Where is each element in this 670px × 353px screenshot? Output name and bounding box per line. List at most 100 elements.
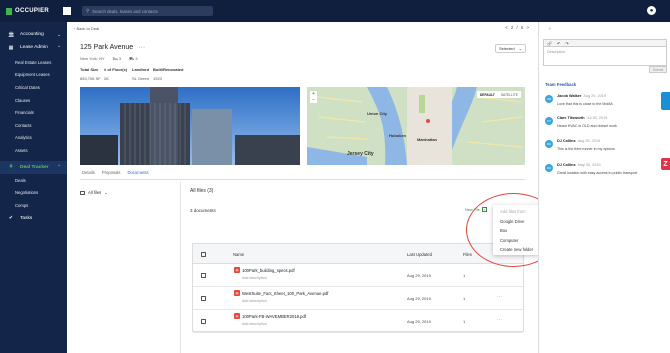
tab-divider xyxy=(80,179,525,180)
menu-item-computer[interactable]: Computer xyxy=(493,236,540,246)
file-name[interactable]: 100Park_building_specs.pdf xyxy=(242,268,295,273)
property-map[interactable]: + − DEFAULT SATELLITE Union City Hoboken … xyxy=(307,87,525,165)
sidebar: OCCUPIER 🏛 Accounting ⌄ ▦ Lease Admin ⌃ … xyxy=(0,0,67,353)
back-label: Back to Deal xyxy=(76,26,100,31)
link-icon[interactable]: 🔗 xyxy=(547,41,552,46)
property-photo[interactable] xyxy=(80,87,300,165)
search-placeholder: Search deals, leases and contacts xyxy=(92,8,158,14)
chevron-down-icon: ⌄ xyxy=(57,31,61,37)
search-input[interactable]: ⚲ Search deals, leases and contacts xyxy=(82,6,213,16)
feedback-date: Jul 30, 2019 xyxy=(586,116,608,120)
menu-item-box[interactable]: Box xyxy=(493,226,540,236)
table-row[interactable]: ▤ 100Park_building_specs.pdf Add descrip… xyxy=(193,264,523,287)
sidebar-subitem-negotiations[interactable]: Negotiations xyxy=(0,186,67,199)
chevron-up-icon: ⌃ xyxy=(57,44,61,50)
sidebar-subitem-analytics[interactable]: Analytics xyxy=(0,132,67,145)
description-input[interactable]: Description xyxy=(544,47,666,57)
app-logo[interactable]: OCCUPIER xyxy=(0,0,67,22)
map-type-toggle[interactable]: DEFAULT SATELLITE xyxy=(476,91,521,98)
property-title: 125 Park Avenue xyxy=(80,44,134,51)
undo-icon[interactable]: ↶ xyxy=(557,41,560,46)
sidebar-subitem-assets[interactable]: Assets xyxy=(0,144,67,157)
sidebar-subitem-contacts[interactable]: Contacts xyxy=(0,119,67,132)
sidebar-collapse-button[interactable]: ‹ xyxy=(63,7,71,15)
file-updated: Aug 29, 2019 xyxy=(407,296,431,301)
submit-button[interactable]: Submit xyxy=(649,66,667,73)
back-to-deal-link[interactable]: ‹ Back to Deal xyxy=(74,26,99,31)
avatar: DC xyxy=(545,164,553,172)
description-editor[interactable]: 🔗 ↶ ↷ Description xyxy=(543,39,667,66)
folder-filter-label: All files xyxy=(88,190,102,195)
avatar: DC xyxy=(545,140,553,148)
feedback-date: Aug 29, 2019 xyxy=(583,94,606,98)
sidebar-subitem-comps[interactable]: Comps xyxy=(0,199,67,212)
file-count: 1 xyxy=(463,296,466,301)
sidebar-item-label: Deal Tracker xyxy=(20,164,49,170)
meta-label: Landlord xyxy=(132,67,150,72)
sidebar-subitem-clauses[interactable]: Clauses xyxy=(0,94,67,107)
file-description[interactable]: Add description xyxy=(242,299,267,303)
pdf-file-icon: ▤ xyxy=(234,313,240,319)
row-checkbox[interactable] xyxy=(201,273,206,278)
column-header-files[interactable]: Files xyxy=(463,252,472,257)
author-name: Clare Titsworth xyxy=(557,116,585,120)
panel-collapse-icon[interactable]: › xyxy=(549,26,551,32)
file-description[interactable]: Add description xyxy=(242,322,267,326)
side-widget-tab[interactable] xyxy=(661,92,670,110)
sidebar-item-deal-tracker[interactable]: ⚘ Deal Tracker ⌃ xyxy=(0,160,67,174)
sidebar-item-lease-admin[interactable]: ▦ Lease Admin ⌃ xyxy=(0,41,67,54)
sidebar-subitem-equipment-leases[interactable]: Equipment Leases xyxy=(0,69,67,82)
file-updated: Aug 29, 2019 xyxy=(407,273,431,278)
menu-item-google-drive[interactable]: Google Drive xyxy=(493,217,540,227)
table-row[interactable]: ▤ 100Park-FB-WAVEMBER2018.pdf Add descri… xyxy=(193,310,523,333)
sidebar-subitem-real-estate-leases[interactable]: Real Estate Leases xyxy=(0,56,67,69)
folder-filter[interactable]: All files ⌄ xyxy=(80,190,108,195)
map-type-satellite[interactable]: SATELLITE xyxy=(498,91,521,98)
map-city-label: Jersey City xyxy=(347,151,374,157)
record-pager[interactable]: < 2 / 5 > xyxy=(505,25,530,30)
team-feedback-title: Team Feedback xyxy=(545,82,577,87)
row-checkbox[interactable] xyxy=(201,319,206,324)
property-location: New York, NY xyxy=(80,56,105,61)
user-account-icon[interactable]: ● xyxy=(647,6,656,15)
sidebar-item-tasks[interactable]: ✔ Tasks xyxy=(0,212,67,225)
file-description[interactable]: Add description xyxy=(242,276,267,280)
menu-item-create-folder[interactable]: Create new folder xyxy=(493,245,540,255)
zendesk-widget-icon[interactable]: Z xyxy=(661,158,670,170)
main-content: ‹ Back to Deal < 2 / 5 > 125 Park Avenue… xyxy=(67,22,538,353)
beds-count: 🛏 3 xyxy=(112,56,122,61)
column-header-updated[interactable]: Last Updated xyxy=(407,252,432,257)
file-name[interactable]: WestSuite_Fact_Sheet_100_Park_Avenue.pdf xyxy=(242,291,328,296)
row-checkbox[interactable] xyxy=(201,296,206,301)
map-type-default[interactable]: DEFAULT xyxy=(477,91,498,98)
redo-icon[interactable]: ↷ xyxy=(565,41,568,46)
sidebar-subitem-financials[interactable]: Financials xyxy=(0,106,67,119)
more-options-icon[interactable]: ··· xyxy=(138,44,145,51)
meta-labels: Total Size # of Floor(s) Landlord Built/… xyxy=(80,67,183,72)
file-count: 1 xyxy=(463,273,466,278)
file-name[interactable]: 100Park-FB-WAVEMBER2018.pdf xyxy=(242,314,306,319)
feedback-author: DJ Collins Aug 30, 2019 xyxy=(557,139,600,143)
row-more-icon[interactable]: ··· xyxy=(497,294,502,300)
grid-icon: ▦ xyxy=(8,44,14,51)
parking-count: ⛟ 3 xyxy=(129,56,138,61)
avatar: CT xyxy=(545,117,553,125)
sidebar-subitem-deals[interactable]: Deals xyxy=(0,174,67,187)
map-place-label: Manhattan xyxy=(417,137,437,142)
author-name: Jacob Walker xyxy=(557,94,582,98)
select-all-checkbox[interactable] xyxy=(201,251,206,257)
feedback-author: Clare Titsworth Jul 30, 2019 xyxy=(557,116,607,120)
status-select[interactable]: Selected ⌄ xyxy=(495,44,526,53)
status-select-value: Selected xyxy=(499,46,515,51)
sidebar-item-accounting[interactable]: 🏛 Accounting ⌄ xyxy=(0,28,67,41)
meta-label: Total Size xyxy=(80,67,99,72)
meta-values: 653,706 SF 26 SL Green 1923 xyxy=(80,76,183,81)
pdf-file-icon: ▤ xyxy=(234,290,240,296)
column-header-name[interactable]: Name xyxy=(233,252,244,257)
row-more-icon[interactable]: ··· xyxy=(497,317,502,323)
table-row[interactable]: ▤ WestSuite_Fact_Sheet_100_Park_Avenue.p… xyxy=(193,287,523,310)
sidebar-subitem-critical-dates[interactable]: Critical Dates xyxy=(0,81,67,94)
avatar: JW xyxy=(545,95,553,103)
file-count: 1 xyxy=(463,319,466,324)
map-zoom-controls[interactable]: + − xyxy=(310,91,317,103)
